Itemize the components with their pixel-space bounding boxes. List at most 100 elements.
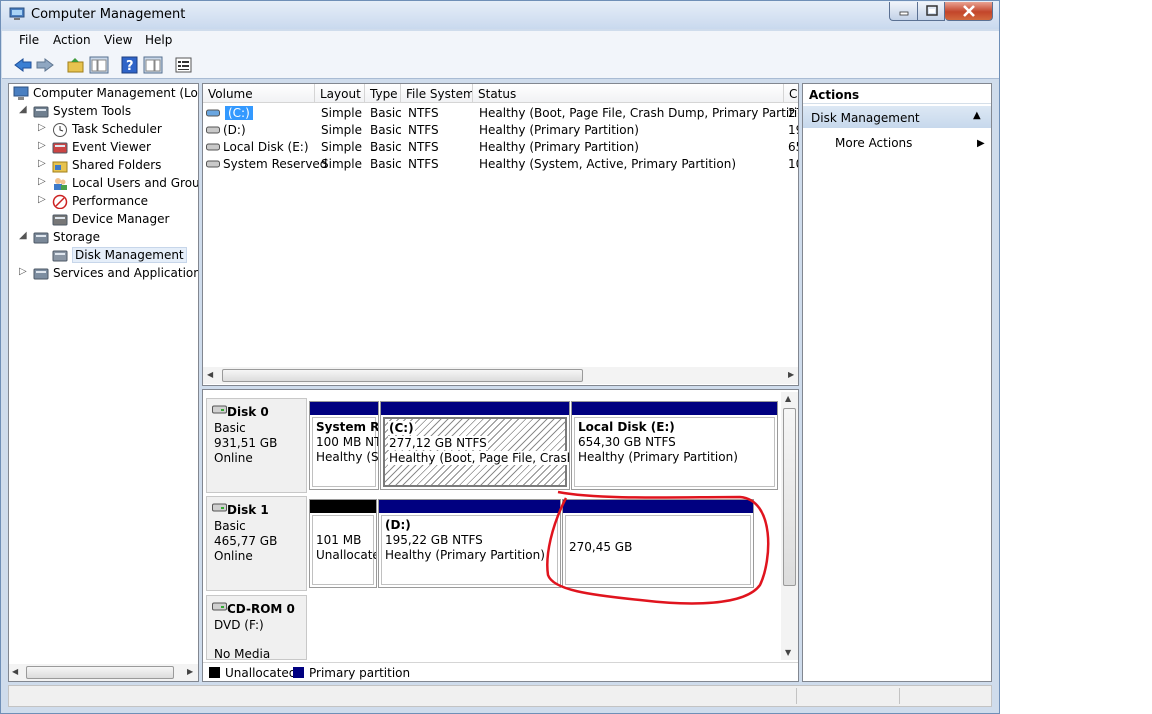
forward-arrow-icon[interactable] (35, 56, 55, 74)
scroll-right-arrow-icon[interactable]: ▶ (187, 667, 193, 676)
close-button[interactable] (945, 2, 993, 21)
tree-node-disk-management[interactable]: Disk Management (9, 247, 198, 265)
partition-name: System Re (316, 420, 379, 434)
legend-primary-label: Primary partition (309, 666, 411, 680)
partition-unnamed[interactable]: 270,45 GB (562, 499, 754, 588)
volume-drive-icon (206, 143, 220, 151)
tree-node-device-manager[interactable]: Device Manager (9, 211, 198, 229)
cdrom-icon (212, 602, 227, 611)
disk-label-disk-1[interactable]: Disk 1 Basic 465,77 GB Online (206, 496, 307, 591)
partition-size: 270,45 GB (569, 540, 633, 554)
partition-body: (D:) 195,22 GB NTFS Healthy (Primary Parti… (381, 515, 558, 585)
column-volume[interactable]: Volume (203, 84, 315, 103)
column-capacity[interactable]: C (784, 84, 798, 103)
partition-system-re[interactable]: System Re100 MB NTHealthy (S (309, 401, 379, 490)
tree-node-label: Computer Management (Local (33, 86, 199, 100)
status-bar (8, 685, 992, 707)
expanded-arrow-icon[interactable]: ◢ (19, 230, 27, 241)
cell-volume: (C:) (225, 106, 253, 120)
menu-file[interactable]: File (19, 33, 39, 47)
collapsed-arrow-icon[interactable]: ▷ (19, 266, 27, 277)
cell-type: Basic (370, 106, 402, 120)
partition-status: Unallocate (316, 548, 377, 562)
tree-node-label: Disk Management (72, 247, 187, 263)
disk-label-cd-rom-0[interactable]: CD-ROM 0 DVD (F:) No Media (206, 595, 307, 661)
minimize-button[interactable] (889, 2, 917, 21)
menu-view[interactable]: View (104, 33, 132, 47)
tree-node-task-scheduler[interactable]: ▷ Task Scheduler (9, 121, 198, 139)
help-icon[interactable]: ? (120, 56, 140, 74)
tree-node-local-users-and-groups[interactable]: ▷ Local Users and Groups (9, 175, 198, 193)
collapsed-arrow-icon[interactable]: ▷ (38, 140, 46, 151)
volume-scroll-thumb[interactable] (222, 369, 583, 382)
close-icon (963, 5, 975, 17)
table-row[interactable]: Local Disk (E:) Simple Basic NTFS Healthy (P… (203, 138, 798, 155)
partition-size: 277,12 GB NTFS (388, 436, 488, 450)
partition-type-bar (563, 500, 753, 513)
scroll-left-arrow-icon[interactable]: ◀ (207, 370, 213, 379)
tree-node-shared-folders[interactable]: ▷ Shared Folders (9, 157, 198, 175)
tools-icon (33, 106, 49, 118)
tree-node-system-tools[interactable]: ◢ System Tools (9, 103, 198, 121)
partition-d[interactable]: (D:) 195,22 GB NTFS Healthy (Primary Parti… (378, 499, 561, 588)
tree-horizontal-scrollbar[interactable]: ◀ ▶ (9, 664, 198, 681)
tree-node-label: Services and Applications (53, 266, 199, 280)
cell-fs: NTFS (408, 106, 439, 120)
up-folder-icon[interactable] (66, 56, 86, 74)
maximize-button[interactable] (917, 2, 945, 21)
table-row[interactable]: System Reserved Simple Basic NTFS Healthy (S… (203, 155, 798, 172)
legend-unallocated-swatch (209, 667, 220, 678)
tree-node-performance[interactable]: ▷ Performance (9, 193, 198, 211)
hard-disk-icon (212, 503, 227, 512)
disk-scroll-thumb[interactable] (783, 408, 796, 586)
volume-drive-icon (206, 126, 220, 134)
scroll-up-arrow-icon[interactable]: ▲ (785, 394, 791, 403)
column-file-system[interactable]: File System (401, 84, 473, 103)
tree-node-event-viewer[interactable]: ▷ Event Viewer (9, 139, 198, 157)
hard-disk-icon (212, 405, 227, 414)
volume-horizontal-scrollbar[interactable]: ◀ ▶ (203, 367, 798, 384)
back-arrow-icon[interactable] (13, 56, 33, 74)
collapsed-arrow-icon[interactable]: ▷ (38, 176, 46, 187)
tree-node-label: System Tools (53, 104, 132, 118)
tree-node-computer-management-local[interactable]: Computer Management (Local (9, 85, 198, 103)
disk-vertical-scrollbar[interactable]: ▲ ▼ (781, 392, 798, 660)
partition-unallocated[interactable]: 101 MB Unallocate (309, 499, 377, 588)
expanded-arrow-icon[interactable]: ◢ (19, 104, 27, 115)
legend: Unallocated Primary partition (203, 662, 798, 681)
disk-status: No Media (214, 647, 271, 661)
clock-icon (53, 123, 67, 137)
tree-scroll-thumb[interactable] (26, 666, 174, 679)
collapsed-arrow-icon[interactable]: ▷ (38, 122, 46, 133)
tree-node-storage[interactable]: ◢ Storage (9, 229, 198, 247)
show-hide-action-pane-icon[interactable] (143, 56, 163, 74)
scroll-right-arrow-icon[interactable]: ▶ (788, 370, 794, 379)
actions-section-disk-management[interactable]: Disk Management ▲ (803, 106, 991, 128)
menu-help[interactable]: Help (145, 33, 172, 47)
title-bar[interactable]: Computer Management (1, 1, 999, 29)
column-status[interactable]: Status (473, 84, 784, 103)
collapsed-arrow-icon[interactable]: ▷ (38, 158, 46, 169)
scroll-left-arrow-icon[interactable]: ◀ (12, 667, 18, 676)
table-row[interactable]: (D:) Simple Basic NTFS Healthy (Primary Part… (203, 121, 798, 138)
legend-primary-swatch (293, 667, 304, 678)
menu-action[interactable]: Action (53, 33, 91, 47)
partition-c[interactable]: (C:) 277,12 GB NTFS Healthy (Boot, Page Fi… (380, 401, 570, 490)
partition-local-disk-e[interactable]: Local Disk (E:) 654,30 GB NTFS Healthy (Pr… (571, 401, 778, 490)
disk-label-disk-0[interactable]: Disk 0 Basic 931,51 GB Online (206, 398, 307, 493)
tree-node-services-and-applications[interactable]: ▷ Services and Applications (9, 265, 198, 283)
properties-icon[interactable] (174, 56, 194, 74)
collapse-up-icon[interactable]: ▲ (973, 110, 981, 121)
column-type[interactable]: Type (365, 84, 401, 103)
device-manager-icon (52, 214, 68, 226)
show-hide-tree-icon[interactable] (89, 56, 109, 74)
restore-icon (926, 5, 938, 16)
cell-layout: Simple (321, 123, 362, 137)
table-row[interactable]: (C:) Simple Basic NTFS Healthy (Boot, Page F… (203, 104, 798, 121)
scroll-down-arrow-icon[interactable]: ▼ (785, 648, 791, 657)
collapsed-arrow-icon[interactable]: ▷ (38, 194, 46, 205)
partition-status: Healthy (Primary Partition) (385, 548, 545, 562)
action-more-actions[interactable]: More Actions (835, 136, 912, 150)
actions-header: Actions (803, 84, 991, 104)
column-layout[interactable]: Layout (315, 84, 365, 103)
